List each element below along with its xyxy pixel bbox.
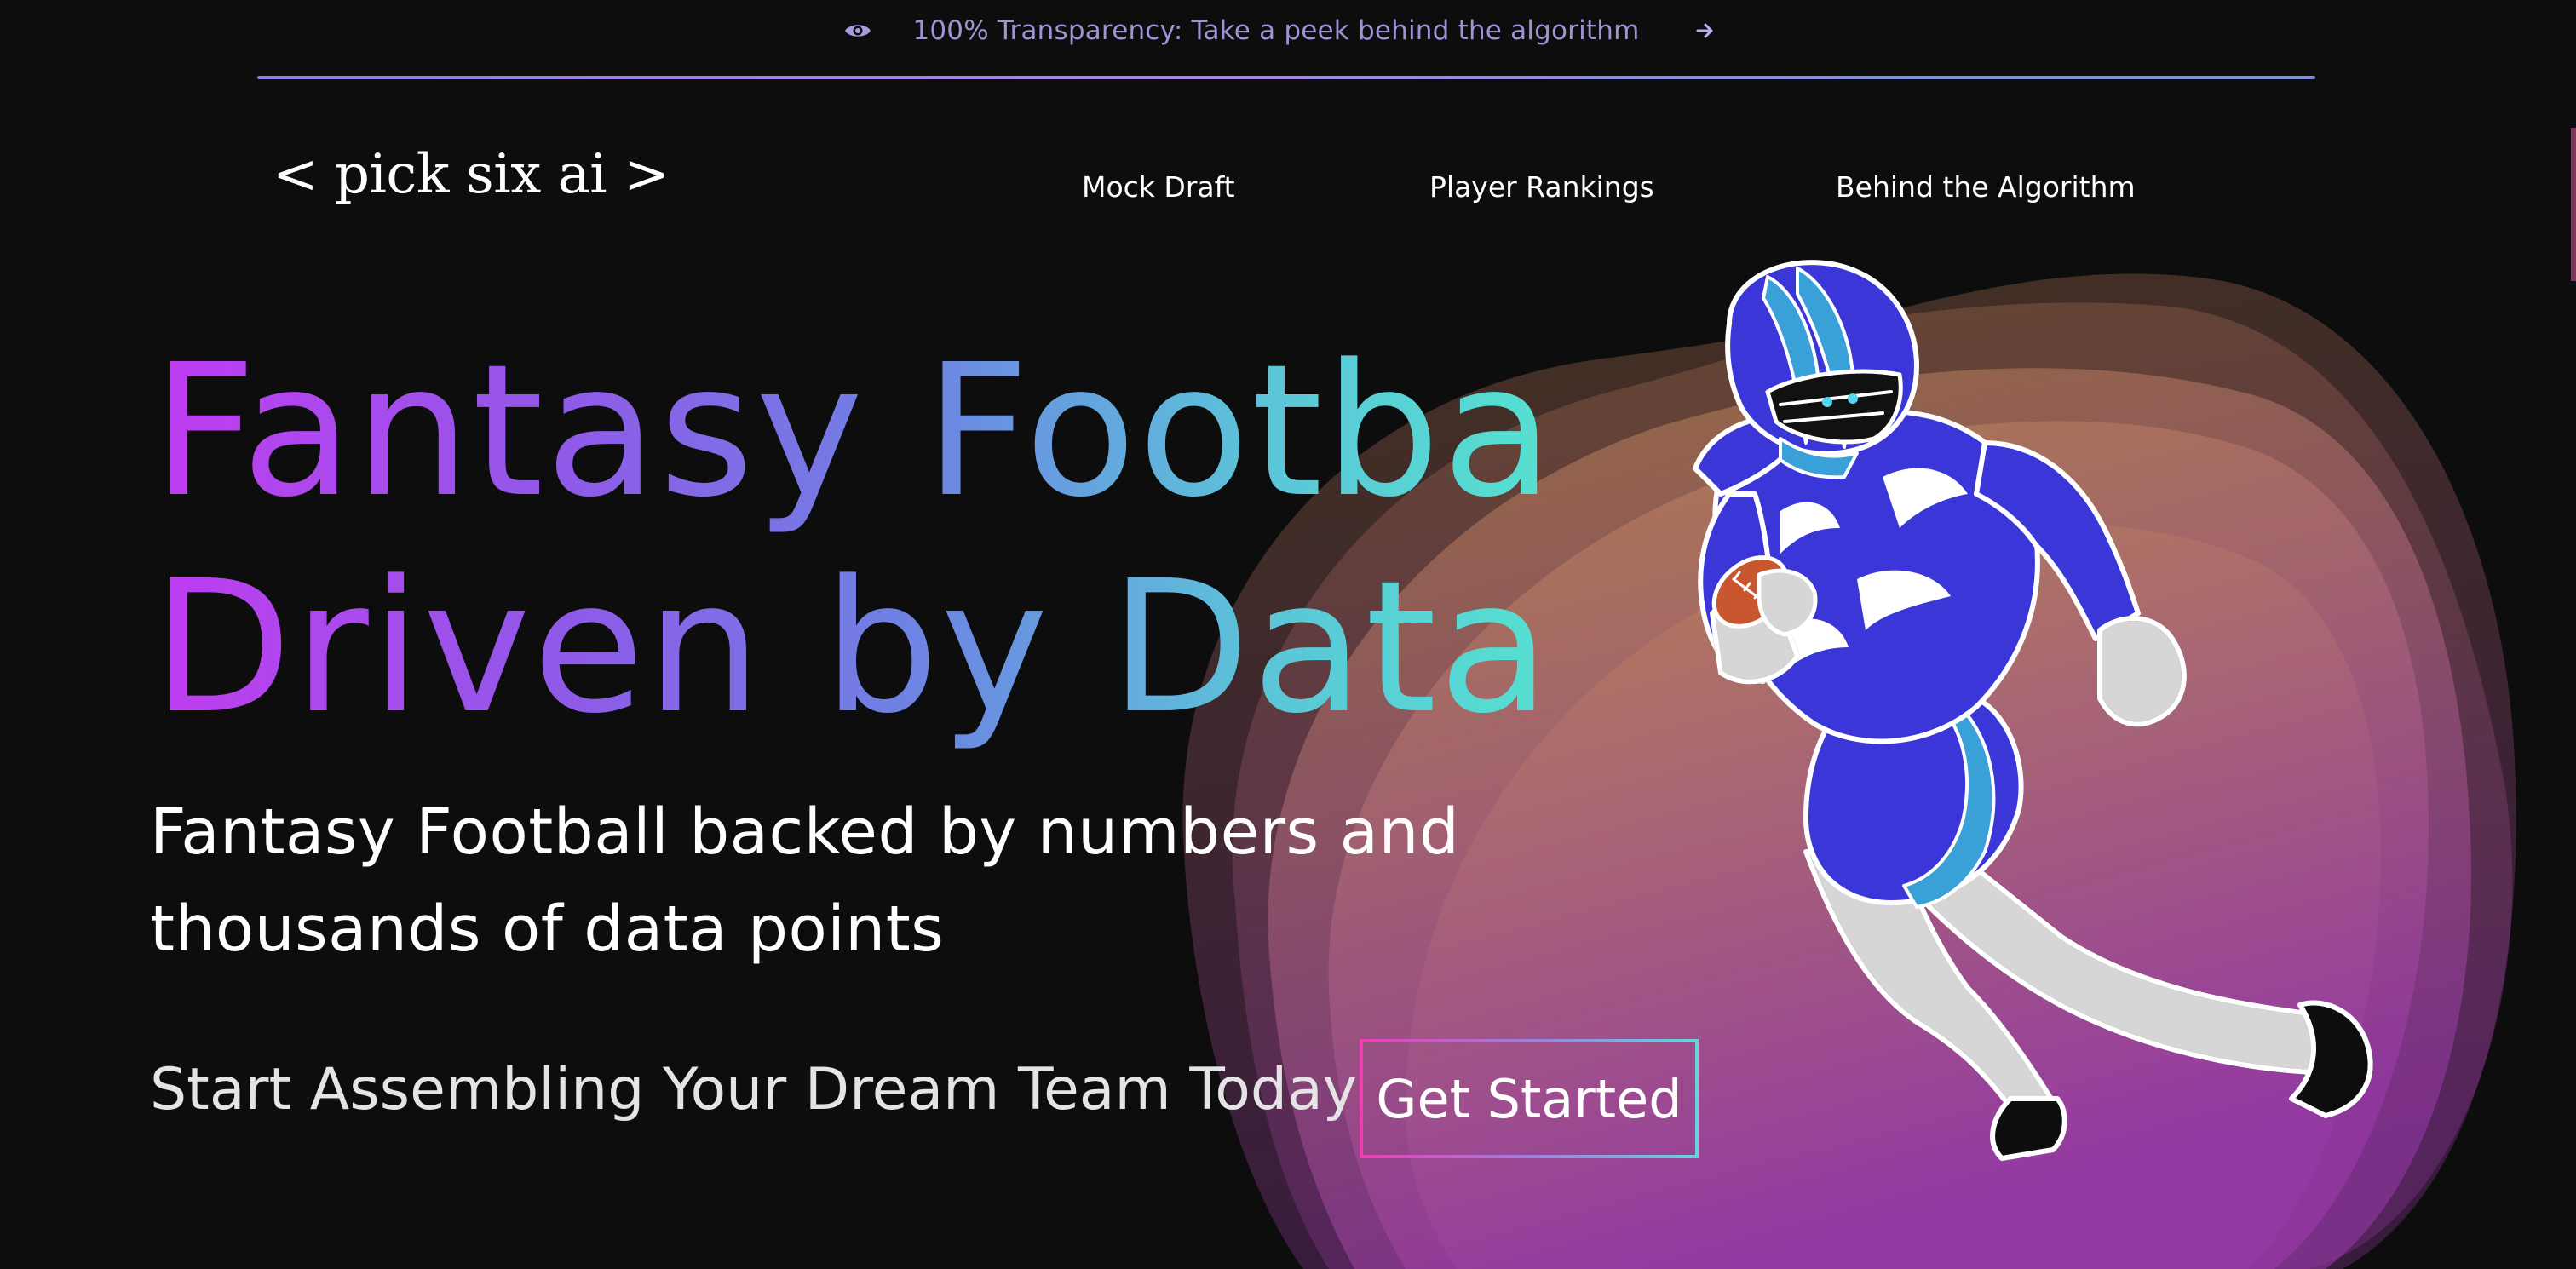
nav-player-rankings[interactable]: Player Rankings — [1429, 170, 1654, 204]
subheadline-line-1: Fantasy Football backed by numbers and — [150, 795, 1460, 869]
hero-headline: Fantasy Football Driven by Data. — [152, 324, 1549, 756]
banner-text[interactable]: 100% Transparency: Take a peek behind th… — [912, 15, 1639, 46]
eye-icon — [844, 17, 871, 44]
headline-line-2: Driven by Data. — [152, 542, 1612, 754]
banner-content: 100% Transparency: Take a peek behind th… — [844, 15, 1714, 46]
landing-page: 100% Transparency: Take a peek behind th… — [0, 0, 2576, 1269]
main-nav: Mock Draft Player Rankings Behind the Al… — [0, 170, 2576, 211]
get-started-button[interactable]: Get Started — [1360, 1039, 1699, 1158]
hero-subheadline: Fantasy Football backed by numbers and t… — [150, 784, 1459, 978]
transparency-banner[interactable]: 100% Transparency: Take a peek behind th… — [0, 0, 2576, 61]
scrollbar-accent — [2571, 128, 2576, 281]
headline-line-1: Fantasy Football — [152, 325, 1660, 537]
nav-mock-draft[interactable]: Mock Draft — [1082, 170, 1235, 204]
arrow-right-icon[interactable] — [1696, 21, 1715, 40]
subheadline-line-2: thousands of data points — [150, 893, 945, 966]
cta-text: Start Assembling Your Dream Team Today — [150, 1056, 1357, 1123]
banner-divider — [257, 76, 2315, 79]
nav-behind-the-algorithm[interactable]: Behind the Algorithm — [1836, 170, 2136, 204]
